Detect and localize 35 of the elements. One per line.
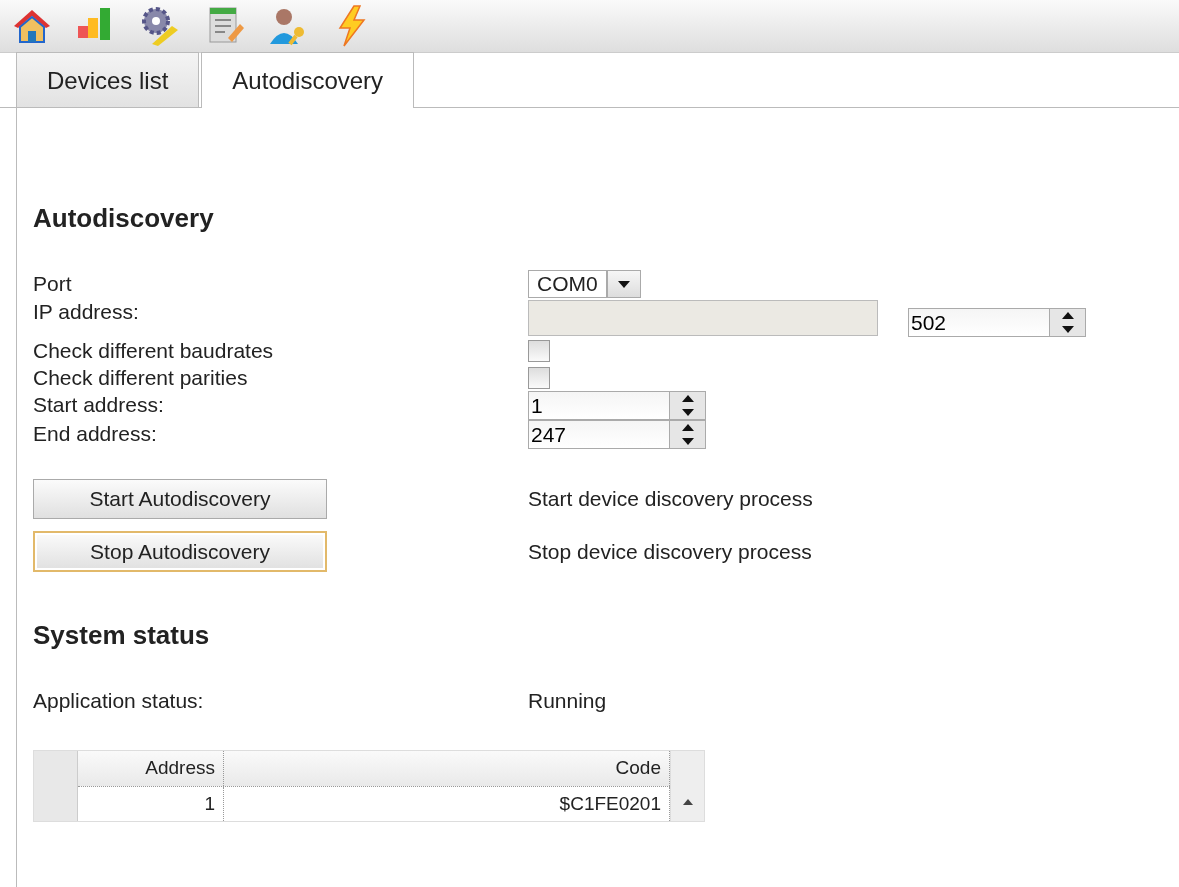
field-label: End address: <box>33 421 158 448</box>
checkbox[interactable] <box>528 339 550 362</box>
port-select[interactable]: COM0 <box>528 270 607 299</box>
section-heading: Autodiscovery <box>33 203 215 235</box>
spin-arrows[interactable] <box>669 392 705 420</box>
field-label: Start address: <box>33 392 165 419</box>
up-arrow-icon[interactable] <box>681 395 694 403</box>
action-button[interactable]: Start Autodiscovery <box>33 479 327 519</box>
button-description: Stop device discovery process <box>528 538 813 565</box>
down-arrow-icon[interactable] <box>681 437 694 445</box>
column-header[interactable]: Address <box>78 751 224 786</box>
caret-icon[interactable] <box>617 280 630 288</box>
tab[interactable]: Autodiscovery <box>201 52 415 108</box>
field-label: Port <box>33 271 73 298</box>
field-label: IP address: <box>33 299 140 326</box>
table-cell: 1 <box>78 786 224 822</box>
spin-arrows[interactable] <box>1049 309 1085 337</box>
up-arrow-icon[interactable] <box>1061 312 1074 320</box>
section-heading: System status <box>33 620 211 652</box>
number-field[interactable]: 1 <box>528 391 706 421</box>
down-arrow-icon[interactable] <box>1061 325 1074 333</box>
spin-arrows[interactable] <box>669 421 705 449</box>
field-label: Check different baudrates <box>33 338 275 365</box>
action-button[interactable]: Stop Autodiscovery <box>33 530 327 573</box>
status-value: Running <box>528 688 608 715</box>
number-field[interactable]: 247 <box>528 420 706 450</box>
scroll-up-icon[interactable] <box>682 799 693 806</box>
status-label: Application status: <box>33 688 205 715</box>
tab[interactable]: Devices list <box>16 52 200 107</box>
field-label: Check different parities <box>33 365 249 392</box>
up-arrow-icon[interactable] <box>681 424 694 432</box>
down-arrow-icon[interactable] <box>681 408 694 416</box>
checkbox[interactable] <box>528 366 550 389</box>
dropdown-button[interactable] <box>606 270 641 299</box>
button-description: Start device discovery process <box>528 486 814 513</box>
